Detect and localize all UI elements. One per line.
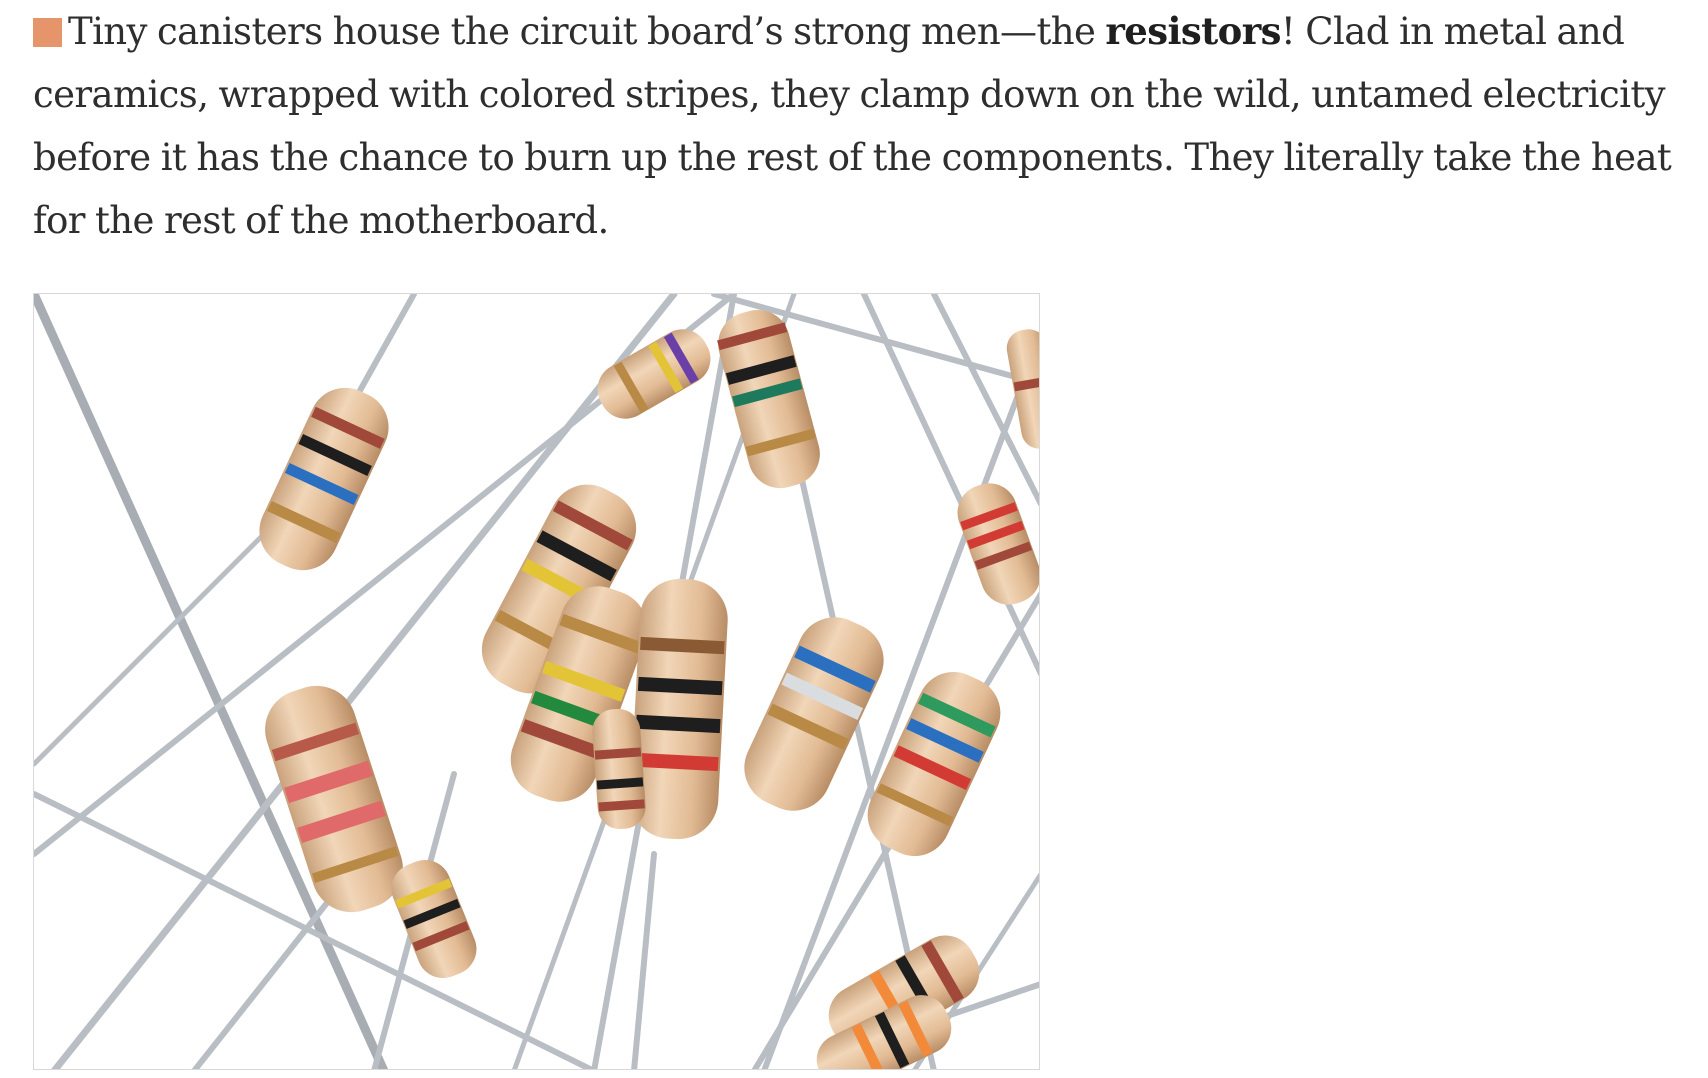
resistor-9 [391,859,477,979]
resistors-photo [33,293,1040,1070]
resistors-illustration [34,294,1039,1069]
resistor-1 [259,387,389,571]
resistor-2 [597,329,711,419]
paragraph-intro-text: Tiny canisters house the circuit board’s… [68,10,1106,53]
intro-paragraph: Tiny canisters house the circuit board’s… [33,0,1693,252]
square-bullet-icon [33,18,62,47]
resistor-15 [1006,329,1039,449]
resistor-7 [592,708,646,830]
article-body: Tiny canisters house the circuit board’s… [33,0,1693,252]
resistor-8 [265,685,403,913]
resistors-term: resistors [1105,9,1281,53]
resistor-3 [717,309,820,489]
